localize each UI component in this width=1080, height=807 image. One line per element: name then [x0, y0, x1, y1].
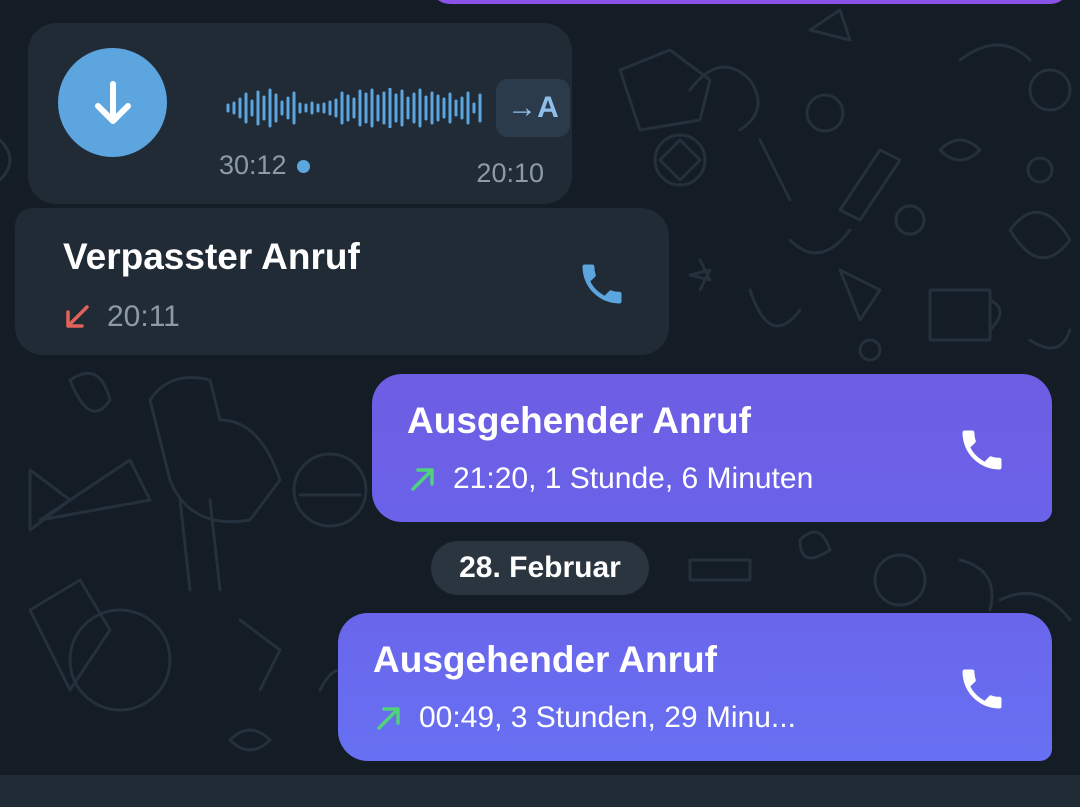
call-again-button[interactable]	[950, 418, 1014, 482]
phone-icon	[962, 669, 1002, 709]
voice-waveform[interactable]	[225, 88, 490, 128]
call-meta: 21:20, 1 Stunde, 6 Minuten	[409, 462, 813, 496]
call-details: 00:49, 3 Stunden, 29 Minu...	[419, 701, 796, 734]
date-separator: 28. Februar	[431, 541, 649, 595]
transcribe-label: →A	[507, 91, 559, 124]
voice-message-bubble[interactable]: →A 30:12 20:10	[28, 23, 572, 204]
phone-icon	[582, 264, 622, 304]
call-details: 21:20, 1 Stunde, 6 Minuten	[453, 462, 814, 495]
missed-call-bubble[interactable]: Verpasster Anruf 20:11	[15, 208, 669, 355]
call-meta: 00:49, 3 Stunden, 29 Minu...	[375, 701, 796, 735]
call-title: Ausgehender Anruf	[373, 639, 717, 680]
transcribe-button[interactable]: →A	[496, 79, 570, 137]
previous-outgoing-bubble	[430, 0, 1070, 4]
outgoing-call-bubble[interactable]: Ausgehender Anruf 21:20, 1 Stunde, 6 Min…	[372, 374, 1052, 522]
call-meta: 20:11	[63, 300, 180, 334]
outgoing-call-bubble[interactable]: Ausgehender Anruf 00:49, 3 Stunden, 29 M…	[338, 613, 1052, 761]
chat-view[interactable]: →A 30:12 20:10 Verpasster Anruf 20:11 Au…	[0, 0, 1080, 807]
arrow-up-right-icon	[411, 468, 434, 491]
unplayed-indicator	[297, 160, 310, 173]
call-back-button[interactable]	[570, 252, 634, 316]
phone-icon	[962, 430, 1002, 470]
date-label: 28. Februar	[459, 551, 621, 584]
arrow-down-left-icon	[66, 305, 89, 328]
message-input-bar[interactable]	[0, 775, 1080, 807]
download-button[interactable]	[58, 48, 167, 157]
voice-duration: 30:12	[219, 150, 287, 180]
message-time: 20:10	[476, 158, 544, 188]
call-time: 20:11	[107, 300, 180, 333]
call-again-button[interactable]	[950, 657, 1014, 721]
call-title: Ausgehender Anruf	[407, 400, 751, 441]
arrow-down-icon	[94, 80, 131, 124]
call-title: Verpasster Anruf	[63, 236, 360, 277]
arrow-up-right-icon	[377, 707, 400, 730]
